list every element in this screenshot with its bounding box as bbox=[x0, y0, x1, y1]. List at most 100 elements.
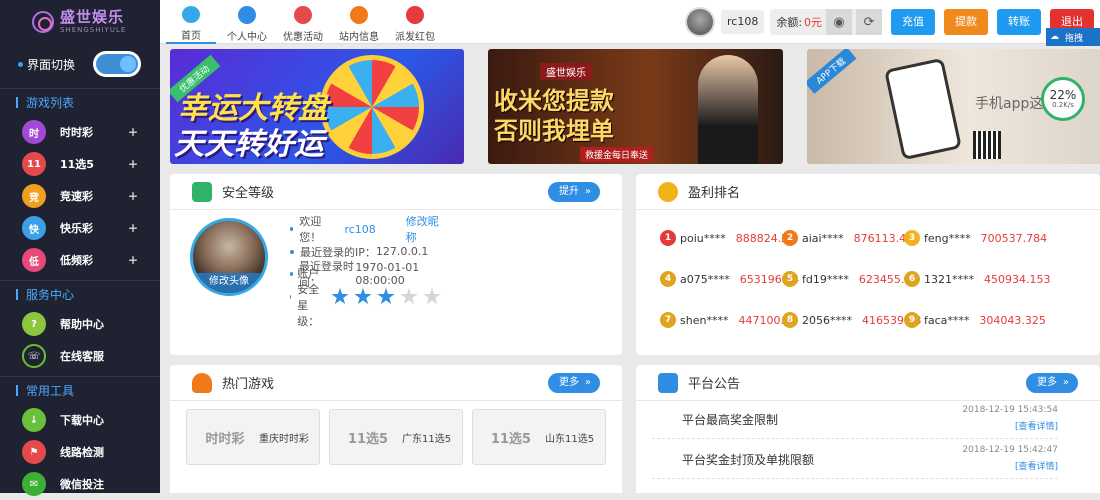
sidebar-item-route[interactable]: ⚑ 线路检测 bbox=[0, 436, 160, 468]
happy-icon: 快 bbox=[22, 216, 46, 240]
tab-messages[interactable]: 站内信息 bbox=[334, 0, 384, 44]
profit-ranking-card: 盈利排名 1 poiu**** 888824.25 2 aiai**** 876113.4… bbox=[636, 174, 1100, 355]
recharge-button[interactable]: 充值 bbox=[891, 9, 936, 35]
ranking-item: 7 shen**** 447100.78 bbox=[660, 312, 798, 328]
spade-icon bbox=[192, 372, 212, 393]
hot-games-more-button[interactable]: 更多 bbox=[548, 373, 600, 393]
drag-float-button[interactable]: ☁ 拖拽 bbox=[1046, 28, 1100, 46]
game-name: 山东11选5 bbox=[545, 433, 595, 445]
sidebar-item-headset[interactable]: ☏ 在线客服 bbox=[0, 340, 160, 372]
star-icon bbox=[400, 287, 418, 305]
tab-label: 优惠活动 bbox=[283, 32, 323, 43]
cloud-icon: ☁ bbox=[1050, 32, 1059, 42]
last-login-value: 1970-01-01 08:00:00 bbox=[355, 261, 420, 288]
game-name: 广东11选5 bbox=[402, 433, 452, 445]
notice-detail-link[interactable]: [查看详情] bbox=[1015, 419, 1058, 432]
balance-label: 余额: bbox=[776, 16, 803, 29]
game-logo-icon: 11选5 bbox=[347, 431, 389, 447]
transfer-button[interactable]: 转账 bbox=[997, 9, 1042, 35]
expand-icon[interactable]: + bbox=[128, 157, 138, 171]
rank-number-badge: 5 bbox=[782, 271, 798, 287]
notice-title[interactable]: 平台最高奖金限制 bbox=[682, 411, 778, 428]
tab-red-packet[interactable]: 派发红包 bbox=[390, 0, 440, 44]
notice-item[interactable]: 平台奖金封顶及单挑限额 2018-12-19 15:42:47 [查看详情] bbox=[652, 441, 1058, 479]
banner-lucky-wheel[interactable]: 优惠活动 幸运大转盘 天天转好运 bbox=[170, 49, 464, 164]
brand-logo[interactable]: 盛世娱乐 SHENGSHIYULE bbox=[0, 0, 160, 44]
rank-number-badge: 9 bbox=[904, 312, 920, 328]
sidebar-item-race[interactable]: 竞 竞速彩 + bbox=[0, 180, 160, 212]
expand-icon[interactable]: + bbox=[128, 253, 138, 267]
progress-speed: 0.2K/s bbox=[1052, 101, 1074, 109]
refresh-icon[interactable]: ⟳ bbox=[856, 9, 883, 35]
messages-icon bbox=[350, 6, 368, 24]
change-avatar-link[interactable]: 修改头像 bbox=[193, 273, 265, 293]
interface-switch-label: 界面切换 bbox=[27, 57, 76, 72]
withdraw-button[interactable]: 提款 bbox=[944, 9, 989, 35]
banner-headline-2: 否则我埋单 bbox=[494, 117, 614, 145]
hot-games-title: 热门游戏 bbox=[222, 377, 275, 392]
wechat-icon: ✉ bbox=[22, 472, 46, 496]
11x5-icon: 11 bbox=[22, 152, 46, 176]
hot-games-card: 热门游戏 更多 时时彩 重庆时时彩 11选5 广东11选5 11选5 山东11选5 bbox=[170, 365, 622, 493]
sidebar-item-label: 竞速彩 bbox=[60, 190, 93, 203]
rank-number-badge: 1 bbox=[660, 230, 676, 246]
tab-home[interactable]: 首页 bbox=[166, 0, 216, 44]
ranking-item: 8 2056**** 416539.13 bbox=[782, 312, 922, 328]
hot-game-item[interactable]: 时时彩 重庆时时彩 bbox=[186, 409, 320, 465]
hot-game-item[interactable]: 11选5 广东11选5 bbox=[329, 409, 463, 465]
notice-item[interactable]: 平台最高奖金限制 2018-12-19 15:43:54 [查看详情] bbox=[652, 401, 1058, 439]
welcome-username: rc108 bbox=[344, 222, 376, 236]
wheel-graphic bbox=[320, 55, 424, 159]
sidebar-item-label: 帮助中心 bbox=[60, 318, 104, 331]
expand-icon[interactable]: + bbox=[128, 189, 138, 203]
headset-icon: ☏ bbox=[22, 344, 46, 368]
tab-personal-center[interactable]: 个人中心 bbox=[222, 0, 272, 44]
rank-username: aiai**** bbox=[802, 231, 844, 245]
eye-icon[interactable]: ◉ bbox=[826, 9, 853, 35]
banner-subtitle: 救援金每日奉送 bbox=[580, 147, 654, 162]
user-avatar[interactable]: 修改头像 bbox=[190, 218, 268, 296]
sidebar-item-ssc[interactable]: 时 时时彩 + bbox=[0, 116, 160, 148]
notices-header: 平台公告 更多 bbox=[636, 365, 1100, 401]
security-card: 安全等级 提升 修改头像 欢迎您！ rc108 修改昵称 最近登录的IP： 12… bbox=[170, 174, 622, 355]
promotions-icon bbox=[294, 6, 312, 24]
banner-withdraw-guarantee[interactable]: 盛世娱乐 收米您提款 否则我埋单 救援金每日奉送 bbox=[488, 49, 783, 164]
sidebar-item-wechat[interactable]: ✉ 微信投注 bbox=[0, 468, 160, 500]
banner-app-download[interactable]: APP下载 手机app这 22% 0.2K/s bbox=[807, 49, 1100, 164]
sidebar-item-label: 微信投注 bbox=[60, 478, 104, 491]
notice-detail-link[interactable]: [查看详情] bbox=[1015, 459, 1058, 472]
download-progress: 22% 0.2K/s bbox=[1041, 77, 1085, 121]
interface-switch-row: 界面切换 bbox=[0, 44, 160, 84]
interface-switch-toggle[interactable] bbox=[93, 51, 142, 77]
rank-number-badge: 3 bbox=[904, 230, 920, 246]
expand-icon[interactable]: + bbox=[128, 125, 138, 139]
ssc-icon: 时 bbox=[22, 120, 46, 144]
upgrade-button[interactable]: 提升 bbox=[548, 182, 600, 202]
tab-promotions[interactable]: 优惠活动 bbox=[278, 0, 328, 44]
sidebar-item-lowfreq[interactable]: 低 低频彩 + bbox=[0, 244, 160, 276]
edit-nickname-link[interactable]: 修改昵称 bbox=[406, 213, 441, 245]
notice-title[interactable]: 平台奖金封顶及单挑限额 bbox=[682, 451, 814, 468]
avatar[interactable] bbox=[685, 7, 715, 37]
hot-games-header: 热门游戏 更多 bbox=[170, 365, 622, 401]
notices-card: 平台公告 更多 平台最高奖金限制 2018-12-19 15:43:54 [查看详情… bbox=[636, 365, 1100, 493]
sidebar-item-11x5[interactable]: 11 11选5 + bbox=[0, 148, 160, 180]
route-icon: ⚑ bbox=[22, 440, 46, 464]
security-card-header: 安全等级 提升 bbox=[170, 174, 622, 210]
rank-amount: 304043.325 bbox=[979, 313, 1046, 327]
game-name: 重庆时时彩 bbox=[259, 433, 309, 445]
notices-more-button[interactable]: 更多 bbox=[1026, 373, 1078, 393]
expand-icon[interactable]: + bbox=[128, 221, 138, 235]
rank-username: shen**** bbox=[680, 313, 729, 327]
ranking-item: 3 feng**** 700537.784 bbox=[904, 230, 1047, 246]
notice-icon bbox=[658, 372, 678, 393]
hot-game-item[interactable]: 11选5 山东11选5 bbox=[472, 409, 606, 465]
sidebar-item-happy[interactable]: 快 快乐彩 + bbox=[0, 212, 160, 244]
rank-number-badge: 8 bbox=[782, 312, 798, 328]
shield-icon bbox=[192, 181, 212, 202]
sidebar-item-label: 快乐彩 bbox=[60, 222, 93, 235]
banner-brand: 盛世娱乐 bbox=[540, 63, 592, 80]
sidebar-item-help[interactable]: ? 帮助中心 bbox=[0, 308, 160, 340]
welcome-label: 欢迎您！ bbox=[299, 215, 322, 245]
sidebar-item-download[interactable]: ↓ 下载中心 bbox=[0, 404, 160, 436]
